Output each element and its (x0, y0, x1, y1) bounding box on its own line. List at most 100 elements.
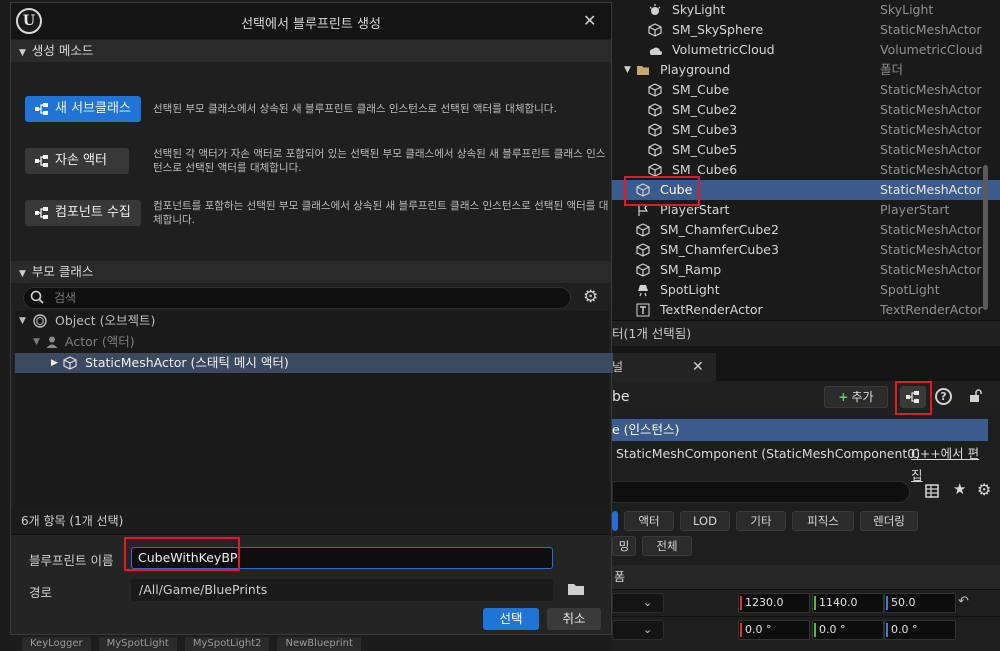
outliner-row[interactable]: Cube StaticMeshActor (612, 180, 1000, 200)
blueprint-name-input[interactable]: CubeWithKeyBP (131, 547, 553, 569)
component-root-row[interactable]: e (인스턴스) (612, 419, 988, 441)
filter-label: 기타 (750, 514, 772, 528)
outliner-row[interactable]: TextRenderActor TextRenderActor (612, 300, 1000, 320)
star-icon[interactable]: ★ (953, 480, 966, 498)
filter-label: 액터 (638, 514, 660, 528)
filter-label: 전체 (656, 539, 678, 553)
close-icon[interactable]: ✕ (583, 11, 596, 30)
bottom-asset-tabs: KeyLogger MySpotLight MySpotLight2 NewBl… (0, 637, 612, 651)
name-label: 블루프린트 이름 (29, 553, 114, 568)
search-placeholder: 검색 (54, 291, 77, 305)
component-child-row[interactable]: StaticMeshComponent (StaticMeshComponent… (612, 443, 988, 483)
outliner-row[interactable]: SM_ChamferCube2 StaticMeshActor (612, 220, 1000, 240)
path-field[interactable]: /All/Game/BluePrints (131, 579, 553, 601)
outliner-row[interactable]: SM_Cube6 StaticMeshActor (612, 160, 1000, 180)
new-subclass-button[interactable]: 새 서브클래스 (25, 96, 141, 122)
child-actor-button[interactable]: 자손 액터 (25, 148, 129, 174)
harvest-components-button[interactable]: 컴포넌트 수집 (25, 200, 141, 226)
path-label: 경로 (29, 585, 53, 600)
outliner-row-name: SM_Cube3 (672, 122, 738, 137)
methods-section-header[interactable]: ▼ 생성 메소드 (11, 40, 611, 62)
parent-class-section-header[interactable]: ▼ 부모 클래스 (11, 261, 611, 283)
help-icon[interactable]: ? (935, 388, 952, 405)
outliner-row-type: StaticMeshActor (880, 162, 982, 177)
details-search-input[interactable] (612, 481, 910, 503)
outliner-row-name: VolumetricCloud (672, 42, 775, 57)
outliner-row[interactable]: SM_Cube5 StaticMeshActor (612, 140, 1000, 160)
outliner-row[interactable]: SM_Cube StaticMeshActor (612, 80, 1000, 100)
filter-misc[interactable]: 기타 (736, 511, 786, 531)
asset-tab[interactable]: KeyLogger (22, 637, 91, 651)
close-icon[interactable]: ✕ (692, 359, 704, 375)
filter-streaming[interactable]: 밍 (612, 536, 636, 556)
outliner-row[interactable]: ▼ Playground 폴더 (612, 60, 1000, 80)
reset-arrow-icon[interactable]: ↶ (958, 594, 969, 609)
location-row: ⌄ 1230.0 1140.0 50.0 ↶ (612, 589, 1000, 615)
filter-rendering[interactable]: 렌더링 (860, 511, 918, 531)
details-tab[interactable]: 널 ✕ (612, 353, 716, 381)
filter-all[interactable]: 전체 (642, 536, 692, 556)
tree-row-object[interactable]: ▼ Object (오브젝트) (15, 311, 613, 331)
unlock-icon[interactable] (969, 389, 983, 403)
cube-icon (636, 183, 650, 197)
search-icon (30, 290, 44, 304)
blueprint-convert-button[interactable] (900, 386, 926, 408)
outliner-row[interactable]: SM_Cube2 StaticMeshActor (612, 100, 1000, 120)
transform-section-header[interactable]: 폼 (612, 565, 1000, 589)
class-search-input[interactable]: 검색 (23, 287, 571, 309)
dialog-titlebar: U 선택에서 블루프린트 생성 ✕ (11, 3, 611, 39)
outliner-row[interactable]: PlayerStart PlayerStart (612, 200, 1000, 220)
location-y-field[interactable]: 1140.0 (812, 593, 884, 613)
rotation-y-field[interactable]: 0.0 ° (812, 620, 884, 640)
rotation-mode-dropdown[interactable]: ⌄ (612, 620, 664, 640)
outliner-row-name: SM_Ramp (660, 262, 722, 277)
asset-tab[interactable]: MySpotLight (98, 637, 177, 651)
filter-actor[interactable]: 액터 (624, 511, 674, 531)
outliner-row[interactable]: SkyLight SkyLight (612, 0, 1000, 20)
tree-label: StaticMeshActor (스태틱 메시 액터) (85, 355, 289, 370)
outliner-row-name: TextRenderActor (660, 302, 763, 317)
outliner-row-type: StaticMeshActor (880, 102, 982, 117)
outliner-row-type: StaticMeshActor (880, 82, 982, 97)
outliner-row[interactable]: SM_Cube3 StaticMeshActor (612, 120, 1000, 140)
cancel-button[interactable]: 취소 (547, 608, 601, 630)
expand-arrow-icon[interactable]: ▶ (51, 353, 58, 373)
outliner-row-type: StaticMeshActor (880, 142, 982, 157)
table-view-icon[interactable] (925, 484, 939, 498)
filter-physics[interactable]: 피직스 (792, 511, 854, 531)
item-count: 6개 항목 (1개 선택) (11, 508, 611, 534)
outliner-row-type: StaticMeshActor (880, 262, 982, 277)
location-x-field[interactable]: 1230.0 (738, 593, 810, 613)
filter-general[interactable] (612, 511, 618, 531)
outliner-row-name: SM_Cube6 (672, 162, 738, 177)
rotation-x-field[interactable]: 0.0 ° (738, 620, 810, 640)
tree-row-actor[interactable]: ▼ Actor (액터) (15, 332, 613, 352)
add-component-button[interactable]: + 추가 (824, 386, 888, 408)
outliner-row[interactable]: SM_Ramp StaticMeshActor (612, 260, 1000, 280)
outliner-row-name: Cube (660, 182, 693, 197)
expand-arrow-icon[interactable]: ▼ (19, 311, 26, 331)
outliner-row[interactable]: SM_SkySphere StaticMeshActor (612, 20, 1000, 40)
filter-lod[interactable]: LOD (680, 511, 730, 531)
gear-icon[interactable]: ⚙ (977, 480, 991, 499)
transform-section-label: 폼 (614, 570, 626, 584)
gear-icon[interactable]: ⚙ (583, 287, 598, 307)
location-z-field[interactable]: 50.0 (884, 593, 956, 613)
outliner-row[interactable]: SpotLight SpotLight (612, 280, 1000, 300)
tree-row-staticmeshactor[interactable]: ▶ StaticMeshActor (스태틱 메시 액터) (15, 353, 613, 373)
expand-arrow-icon[interactable]: ▼ (33, 332, 40, 352)
cube-icon (648, 163, 662, 177)
asset-tab[interactable]: NewBlueprint (277, 637, 361, 651)
outliner-row[interactable]: VolumetricCloud VolumetricCloud (612, 40, 1000, 60)
folder-icon[interactable] (567, 582, 585, 596)
component-root-label: e (인스턴스) (612, 422, 680, 437)
location-mode-dropdown[interactable]: ⌄ (612, 593, 664, 613)
outliner-row-name: SM_Cube2 (672, 102, 738, 117)
outliner-scrollbar[interactable] (983, 165, 988, 310)
asset-tab[interactable]: MySpotLight2 (184, 637, 270, 651)
rotation-z-field[interactable]: 0.0 ° (884, 620, 956, 640)
expand-arrow-icon[interactable]: ▼ (624, 60, 631, 80)
plus-icon: + (838, 390, 849, 404)
select-button[interactable]: 선택 (483, 608, 539, 630)
outliner-row[interactable]: SM_ChamferCube3 StaticMeshActor (612, 240, 1000, 260)
